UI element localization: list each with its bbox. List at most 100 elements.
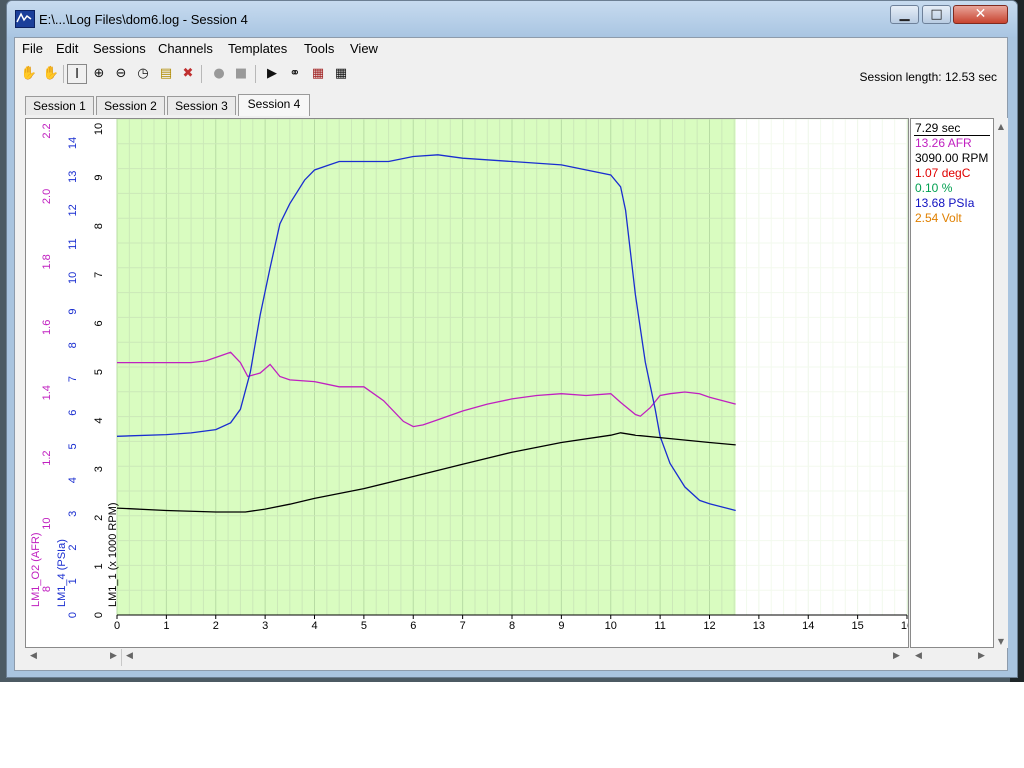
scroll-right-icon[interactable]: ▶ bbox=[110, 651, 117, 661]
zoom-in-icon[interactable]: ⊕ bbox=[89, 64, 109, 84]
y-axis-tick-label: 2 bbox=[67, 545, 79, 551]
y-axis-tick-label: 8 bbox=[93, 223, 105, 229]
x-axis-tick-label: 7 bbox=[460, 620, 466, 632]
scroll-right-icon[interactable]: ▶ bbox=[978, 651, 985, 661]
minimize-icon: ▁ bbox=[899, 7, 910, 22]
x-axis-tick-label: 8 bbox=[509, 620, 515, 632]
y-axis-tick-label: 1.2 bbox=[41, 450, 53, 465]
x-axis-tick-label: 3 bbox=[262, 620, 268, 632]
maximize-icon: □ bbox=[930, 7, 943, 22]
close-button[interactable]: ✕ bbox=[953, 5, 1008, 24]
x-axis-tick-label: 2 bbox=[213, 620, 219, 632]
menu-sessions[interactable]: Sessions bbox=[93, 41, 146, 56]
y-axis-tick-label: 1 bbox=[93, 563, 105, 569]
menu-bar: File Edit Sessions Channels Templates To… bbox=[15, 38, 1007, 60]
binoculars-icon[interactable]: ⚭ bbox=[285, 64, 305, 84]
zoom-out-icon[interactable]: ⊖ bbox=[111, 64, 131, 84]
horizontal-scrollbar[interactable]: ◀ ▶ ◀ ▶ bbox=[25, 649, 909, 666]
y-axis-tick-label: 3 bbox=[93, 466, 105, 472]
y-axis-tick-label: 9 bbox=[93, 175, 105, 181]
y-axis-tick-label: 2.0 bbox=[41, 189, 53, 204]
scroll-left-icon[interactable]: ◀ bbox=[126, 651, 133, 661]
app-logo-icon bbox=[15, 10, 35, 28]
session-length: Session length: 12.53 sec bbox=[860, 70, 997, 84]
minimize-button[interactable]: ▁ bbox=[890, 5, 919, 24]
title-bar[interactable]: E:\...\Log Files\dom6.log - Session 4 ▁ … bbox=[7, 1, 1017, 37]
menu-file[interactable]: File bbox=[22, 41, 43, 56]
y-axis-tick-label: 2 bbox=[93, 515, 105, 521]
x-axis-tick-label: 13 bbox=[753, 620, 765, 632]
x-axis-tick-label: 14 bbox=[802, 620, 814, 632]
cursor-icon[interactable]: I bbox=[67, 64, 87, 84]
value-readout: 7.29 sec 13.26 AFR 3090.00 RPM 1.07 degC… bbox=[910, 118, 994, 648]
grid-icon[interactable]: ▦ bbox=[331, 64, 351, 84]
toolbar: ✋ ✋ I ⊕ ⊖ ◷ ▤ ✖ ● ■ ▶ ⚭ ▦ ▦ bbox=[15, 62, 445, 86]
readout-time: 7.29 sec bbox=[915, 121, 961, 135]
y-axis-tick-label: 1.6 bbox=[41, 320, 53, 335]
y-axis-title: LM1_O2 (AFR) bbox=[30, 532, 42, 607]
scroll-up-icon[interactable]: ▲ bbox=[994, 122, 1008, 131]
tab-session-2[interactable]: Session 2 bbox=[96, 96, 165, 115]
record-icon[interactable]: ● bbox=[209, 64, 229, 84]
pan-icon[interactable]: ✋ bbox=[41, 64, 61, 84]
tab-session-3[interactable]: Session 3 bbox=[167, 96, 236, 115]
y-axis-tick-label: 6 bbox=[67, 410, 79, 416]
y-axis-tick-label: 8 bbox=[67, 342, 79, 348]
readout-percent: 0.10 % bbox=[915, 181, 953, 195]
readout-volt: 2.54 Volt bbox=[915, 211, 962, 225]
x-axis-tick-label: 15 bbox=[852, 620, 864, 632]
tab-session-4[interactable]: Session 4 bbox=[238, 94, 310, 116]
chart-canvas[interactable]: 0123456789101112131415168101.21.41.61.82… bbox=[26, 118, 913, 647]
menu-edit[interactable]: Edit bbox=[56, 41, 78, 56]
y-axis-tick-label: 0 bbox=[93, 612, 105, 618]
maximize-button[interactable]: □ bbox=[922, 5, 951, 24]
y-axis-title: LM1_4 (PSIa) bbox=[56, 539, 68, 607]
hand-icon[interactable]: ✋ bbox=[19, 64, 39, 84]
chart-icon[interactable]: ▦ bbox=[308, 64, 328, 84]
menu-templates[interactable]: Templates bbox=[228, 41, 287, 56]
x-axis-tick-label: 4 bbox=[311, 620, 317, 632]
readout-psia: 13.68 PSIa bbox=[915, 196, 975, 210]
play-icon[interactable]: ▶ bbox=[262, 64, 282, 84]
y-axis-tick-label: 6 bbox=[93, 320, 105, 326]
y-axis-tick-label: 4 bbox=[67, 477, 79, 483]
scroll-left-icon[interactable]: ◀ bbox=[30, 651, 37, 661]
toolbar-separator bbox=[201, 65, 202, 83]
y-axis-tick-label: 5 bbox=[67, 443, 79, 449]
chart-panel[interactable]: 0123456789101112131415168101.21.41.61.82… bbox=[25, 118, 913, 648]
vertical-scrollbar[interactable]: ▲ ▼ bbox=[994, 118, 1008, 648]
x-axis-tick-label: 16 bbox=[901, 620, 908, 632]
session-length-label: Session length: bbox=[859, 70, 942, 84]
stop-icon[interactable]: ■ bbox=[231, 64, 251, 84]
scrollbar-divider bbox=[121, 649, 122, 666]
y-axis-tick-label: 1 bbox=[67, 578, 79, 584]
x-axis-tick-label: 11 bbox=[654, 620, 665, 632]
y-axis-tick-label: 3 bbox=[67, 511, 79, 517]
scroll-down-icon[interactable]: ▼ bbox=[994, 637, 1008, 646]
readout-scrollbar[interactable]: ◀ ▶ bbox=[910, 649, 994, 666]
toolbar-separator bbox=[63, 65, 64, 83]
y-axis-tick-label: 10 bbox=[67, 272, 79, 284]
clock-icon[interactable]: ◷ bbox=[133, 64, 153, 84]
note-icon[interactable]: ▤ bbox=[156, 64, 176, 84]
y-axis-tick-label: 8 bbox=[41, 586, 53, 592]
y-axis-title: LM1_1 (x 1000 RPM) bbox=[107, 502, 119, 607]
y-axis-tick-label: 7 bbox=[67, 376, 79, 382]
menu-channels[interactable]: Channels bbox=[158, 41, 213, 56]
menu-view[interactable]: View bbox=[350, 41, 378, 56]
clear-icon[interactable]: ✖ bbox=[178, 64, 198, 84]
y-axis-tick-label: 7 bbox=[93, 272, 105, 278]
scroll-right-icon[interactable]: ▶ bbox=[893, 651, 900, 661]
client-area: File Edit Sessions Channels Templates To… bbox=[14, 37, 1008, 671]
y-axis-tick-label: 5 bbox=[93, 369, 105, 375]
menu-tools[interactable]: Tools bbox=[304, 41, 334, 56]
close-icon: ✕ bbox=[974, 6, 987, 22]
y-axis-tick-label: 9 bbox=[67, 309, 79, 315]
y-axis-tick-label: 12 bbox=[67, 204, 79, 216]
scroll-left-icon[interactable]: ◀ bbox=[915, 651, 922, 661]
y-axis-tick-label: 1.4 bbox=[41, 385, 53, 400]
x-axis-tick-label: 9 bbox=[558, 620, 564, 632]
x-axis-tick-label: 10 bbox=[605, 620, 617, 632]
x-axis-tick-label: 5 bbox=[361, 620, 367, 632]
tab-session-1[interactable]: Session 1 bbox=[25, 96, 94, 115]
